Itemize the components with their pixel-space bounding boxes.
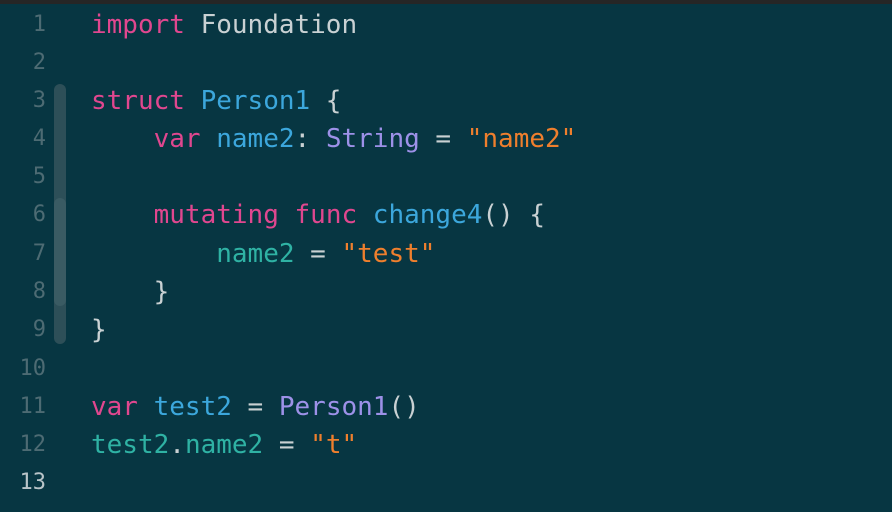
code-token-keyword: func (294, 200, 358, 230)
line-number: 7 (32, 241, 46, 266)
code-token-func-decl: change4 (372, 200, 483, 230)
code-token-prop: name2 (216, 239, 295, 269)
code-token-keyword: mutating (153, 200, 279, 230)
line-number: 1 (32, 12, 46, 37)
code-token-keyword: var (153, 124, 201, 154)
code-line[interactable]: import Foundation (91, 6, 357, 44)
code-line[interactable]: var test2 = Person1() (91, 388, 420, 426)
code-token-string: "test" (341, 239, 436, 269)
code-token-string: "t" (310, 430, 358, 460)
line-number: 6 (32, 202, 46, 227)
code-line[interactable]: struct Person1 { (91, 82, 341, 120)
code-token-plain: () (388, 392, 420, 422)
code-token-plain: () { (482, 200, 545, 230)
code-line[interactable]: } (91, 311, 107, 349)
line-number: 8 (32, 279, 46, 304)
code-line[interactable]: mutating func change4() { (91, 196, 545, 234)
code-token-plain: = (419, 124, 467, 154)
code-token-plain: : (294, 124, 326, 154)
code-token-keyword: struct (91, 86, 185, 116)
line-number: 10 (19, 356, 47, 381)
code-token-keyword: var (91, 392, 138, 422)
code-token-type-ref: Person1 (278, 392, 389, 422)
code-token-plain: } (91, 315, 107, 345)
code-token-var-decl: name2 (216, 124, 295, 154)
line-number: 5 (32, 164, 46, 189)
line-number: 3 (32, 88, 46, 113)
code-line[interactable]: } (91, 273, 170, 311)
code-token-var-decl: test2 (153, 392, 232, 422)
code-editor[interactable]: 1 2 3 4 5 6 7 8 9 10 11 12 13 import Foundation struc… (0, 4, 892, 512)
line-number: 13 (19, 470, 47, 495)
code-token-string: "name2" (466, 124, 577, 154)
code-token-plain: . (169, 430, 185, 460)
line-number: 11 (19, 394, 47, 419)
line-number-gutter: 1 2 3 4 5 6 7 8 9 10 11 12 13 (0, 4, 66, 512)
fold-ribbon-func[interactable] (54, 198, 66, 306)
code-token-plain: Foundation (184, 10, 358, 40)
code-line[interactable]: name2 = "test" (91, 235, 435, 273)
code-line[interactable]: var name2: String = "name2" (91, 120, 577, 158)
code-line[interactable]: test2.name2 = "t" (91, 426, 357, 464)
line-number: 9 (32, 317, 46, 342)
code-token-keyword: import (91, 10, 185, 40)
line-number: 12 (19, 432, 47, 457)
line-number: 4 (32, 126, 46, 151)
code-token-plain: = (231, 392, 279, 422)
line-number: 2 (32, 50, 46, 75)
code-token-prop: test2 (91, 430, 170, 460)
code-token-plain: = (294, 239, 342, 269)
code-token-type-decl: Person1 (200, 86, 311, 116)
code-token-plain: = (263, 430, 311, 460)
code-token-prop: name2 (184, 430, 264, 460)
code-token-type-ref: String (325, 124, 420, 154)
code-token-plain: { (310, 86, 342, 116)
code-area[interactable]: import Foundation struct Person1 { var na… (91, 4, 891, 512)
code-token-plain: } (91, 277, 170, 307)
